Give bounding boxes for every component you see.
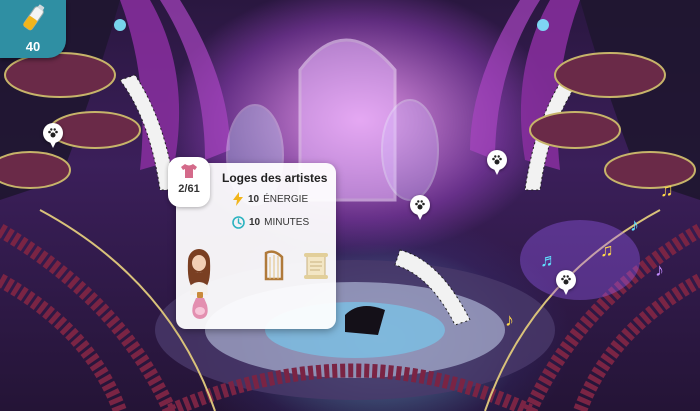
energy-cost: 10 ÉNERGIE	[232, 191, 308, 207]
location-info-card[interactable]: 2/61 Loges des artistes 10 ÉNERGIE 10 MI…	[168, 157, 336, 329]
music-note-icon: ♪	[630, 215, 639, 235]
energy-count: 40	[25, 39, 41, 54]
music-note-icon: ♫	[600, 240, 614, 260]
progress-badge: 2/61	[168, 157, 210, 207]
paw-icon	[492, 155, 502, 165]
energy-drink-icon	[23, 4, 45, 31]
paw-pin-balcony-right[interactable]	[487, 150, 507, 175]
paw-icon	[48, 128, 58, 138]
harp-icon	[264, 250, 284, 281]
shirt-icon	[181, 164, 197, 178]
energy-cost-value: 10	[248, 193, 260, 205]
paw-pin-balcony-left[interactable]	[43, 123, 63, 148]
music-note-icon: ♪	[655, 260, 664, 280]
potion-bottle-icon	[192, 292, 208, 319]
clock-icon	[232, 215, 245, 229]
energy-badge[interactable]: 40	[0, 0, 66, 58]
progress-count: 2/61	[178, 183, 200, 195]
theatre-map-scene: ♫ ♪ ♪ ♫ ♪ ♬	[0, 0, 700, 411]
paw-pin-stage[interactable]	[410, 195, 430, 220]
music-note-icon: ♪	[505, 310, 514, 330]
energy-cost-unit: ÉNERGIE	[263, 193, 309, 205]
location-title: Loges des artistes	[222, 171, 328, 185]
theatre-architecture	[0, 0, 700, 411]
scroll-icon	[304, 253, 328, 279]
music-note-icon: ♬	[540, 250, 558, 270]
reward-items	[182, 247, 332, 323]
time-cost-value: 10	[249, 216, 261, 228]
lightning-icon	[233, 192, 243, 206]
time-cost: 10 MINUTES	[232, 214, 309, 230]
paw-icon	[561, 275, 571, 285]
paw-icon	[415, 200, 425, 210]
paw-pin-orchestra[interactable]	[556, 270, 576, 295]
time-cost-unit: MINUTES	[264, 216, 310, 228]
music-note-icon: ♫	[660, 180, 674, 200]
